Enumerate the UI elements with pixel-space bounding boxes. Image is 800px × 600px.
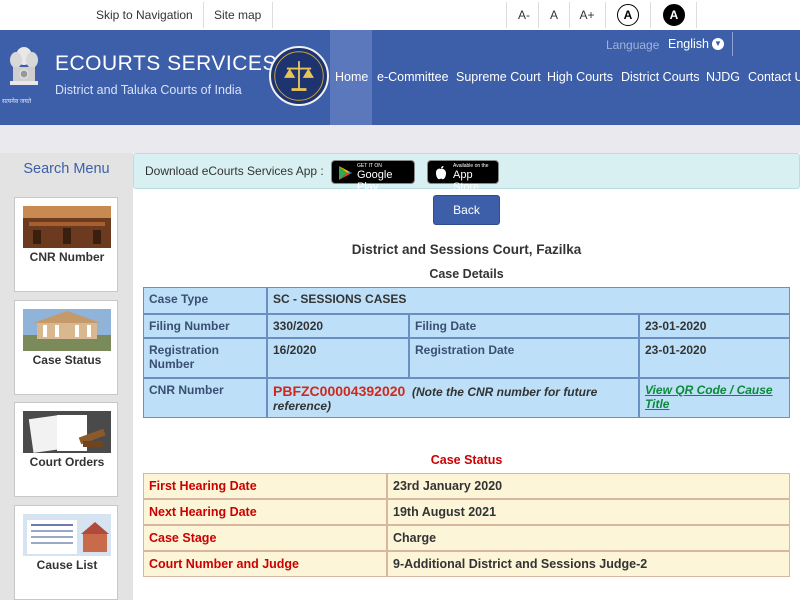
table-row: Case Stage Charge [143,525,790,551]
case-type-label: Case Type [143,287,267,314]
next-hearing-date-value: 19th August 2021 [387,499,790,525]
divider [506,2,507,28]
site-header: सत्यमेव जयते ECOURTS SERVICES District a… [0,30,800,125]
app-store-text: App Store [453,169,480,193]
nav-high-courts[interactable]: High Courts [547,70,613,84]
case-type-value: SC - SESSIONS CASES [267,287,790,314]
next-hearing-date-label: Next Hearing Date [143,499,387,525]
court-number-judge-value: 9-Additional District and Sessions Judge… [387,551,790,577]
gavel-documents-image [23,411,111,453]
table-row: Registration Number 16/2020 Registration… [143,338,790,378]
top-utility-bar: Skip to Navigation Site map A- A A+ A A [0,0,800,30]
search-menu-sidebar: Search Menu CNR Number Case Status Court… [0,153,133,600]
nav-supreme-court[interactable]: Supreme Court [456,70,541,84]
registration-date-value: 23-01-2020 [639,338,790,378]
language-label: Language [606,38,660,52]
header-spacer [0,125,800,153]
main-navigation: Home e-Committee Supreme Court High Cour… [0,70,800,86]
case-status-title: Case Status [430,453,503,467]
sidebar-item-case-status[interactable]: Case Status [14,300,118,395]
cause-list-image [23,514,111,556]
contrast-dark-button[interactable]: A [663,4,685,26]
court-building-image [23,309,111,351]
court-name-heading: District and Sessions Court, Fazilka [351,242,582,257]
chevron-down-icon[interactable]: ▼ [712,38,724,50]
divider [732,32,733,56]
filing-date-label: Filing Date [409,314,639,338]
font-increase-button[interactable]: A+ [577,0,597,30]
sidebar-item-cnr-number[interactable]: CNR Number [14,197,118,292]
emblem-motto: सत्यमेव जयते [2,99,32,105]
filing-number-label: Filing Number [143,314,267,338]
cnr-number-value: PBFZC00004392020 [273,383,406,399]
first-hearing-date-value: 23rd January 2020 [387,473,790,499]
nav-district-courts[interactable]: District Courts [621,70,699,84]
cnr-number-label: CNR Number [143,378,267,418]
nav-e-committee[interactable]: e-Committee [377,70,449,84]
app-download-text: Download eCourts Services App : [145,164,324,178]
cnr-number-cell: PBFZC00004392020 (Note the CNR number fo… [267,378,639,418]
sidebar-item-label: Case Status [32,353,102,367]
nav-home[interactable]: Home [335,70,368,84]
filing-number-value: 330/2020 [267,314,409,338]
search-menu-title: Search Menu [23,161,110,177]
divider [605,2,606,28]
case-details-title: Case Details [429,267,504,281]
view-qr-code-link[interactable]: View QR Code / Cause Title [645,383,773,411]
nav-njdg[interactable]: NJDG [706,70,740,84]
back-button[interactable]: Back [433,195,500,225]
case-stage-label: Case Stage [143,525,387,551]
table-row: Next Hearing Date 19th August 2021 [143,499,790,525]
sidebar-item-label: CNR Number [29,250,105,264]
nav-contact-us[interactable]: Contact U [748,70,800,84]
case-status-table: First Hearing Date 23rd January 2020 Nex… [143,473,790,577]
font-normal-button[interactable]: A [547,0,561,30]
table-row: CNR Number PBFZC00004392020 (Note the CN… [143,378,790,418]
font-decrease-button[interactable]: A- [514,0,534,30]
apple-icon [436,166,446,180]
google-play-icon [339,166,352,180]
court-number-judge-label: Court Number and Judge [143,551,387,577]
google-play-button[interactable]: GET IT ON Google Play [331,160,415,193]
divider [696,2,697,28]
table-row: Court Number and Judge 9-Additional Dist… [143,551,790,577]
qr-code-cell: View QR Code / Cause Title [639,378,790,418]
divider [538,2,539,28]
registration-date-label: Registration Date [409,338,639,378]
site-map-link[interactable]: Site map [214,0,261,30]
sidebar-item-label: Cause List [36,558,98,572]
table-row: Case Type SC - SESSIONS CASES [143,287,790,314]
table-row: First Hearing Date 23rd January 2020 [143,473,790,499]
contrast-normal-button[interactable]: A [617,4,639,26]
case-details-table: Case Type SC - SESSIONS CASES Filing Num… [143,287,790,418]
app-store-button[interactable]: Available on the App Store [427,160,499,193]
registration-number-label: Registration Number [143,338,267,378]
divider [272,2,273,28]
filing-date-value: 23-01-2020 [639,314,790,338]
skip-to-navigation-link[interactable]: Skip to Navigation [96,0,193,30]
app-download-bar: Download eCourts Services App : GET IT O… [133,153,800,193]
language-selector[interactable]: English [668,37,709,51]
divider [203,2,204,28]
registration-number-value: 16/2020 [267,338,409,378]
first-hearing-date-label: First Hearing Date [143,473,387,499]
case-stage-value: Charge [387,525,790,551]
table-row: Filing Number 330/2020 Filing Date 23-01… [143,314,790,338]
courtroom-image [23,206,111,248]
divider [569,2,570,28]
sidebar-item-cause-list[interactable]: Cause List [14,505,118,600]
sidebar-item-label: Court Orders [29,455,105,469]
google-play-text: Google Play [357,169,393,193]
sidebar-item-court-orders[interactable]: Court Orders [14,402,118,497]
divider [650,2,651,28]
